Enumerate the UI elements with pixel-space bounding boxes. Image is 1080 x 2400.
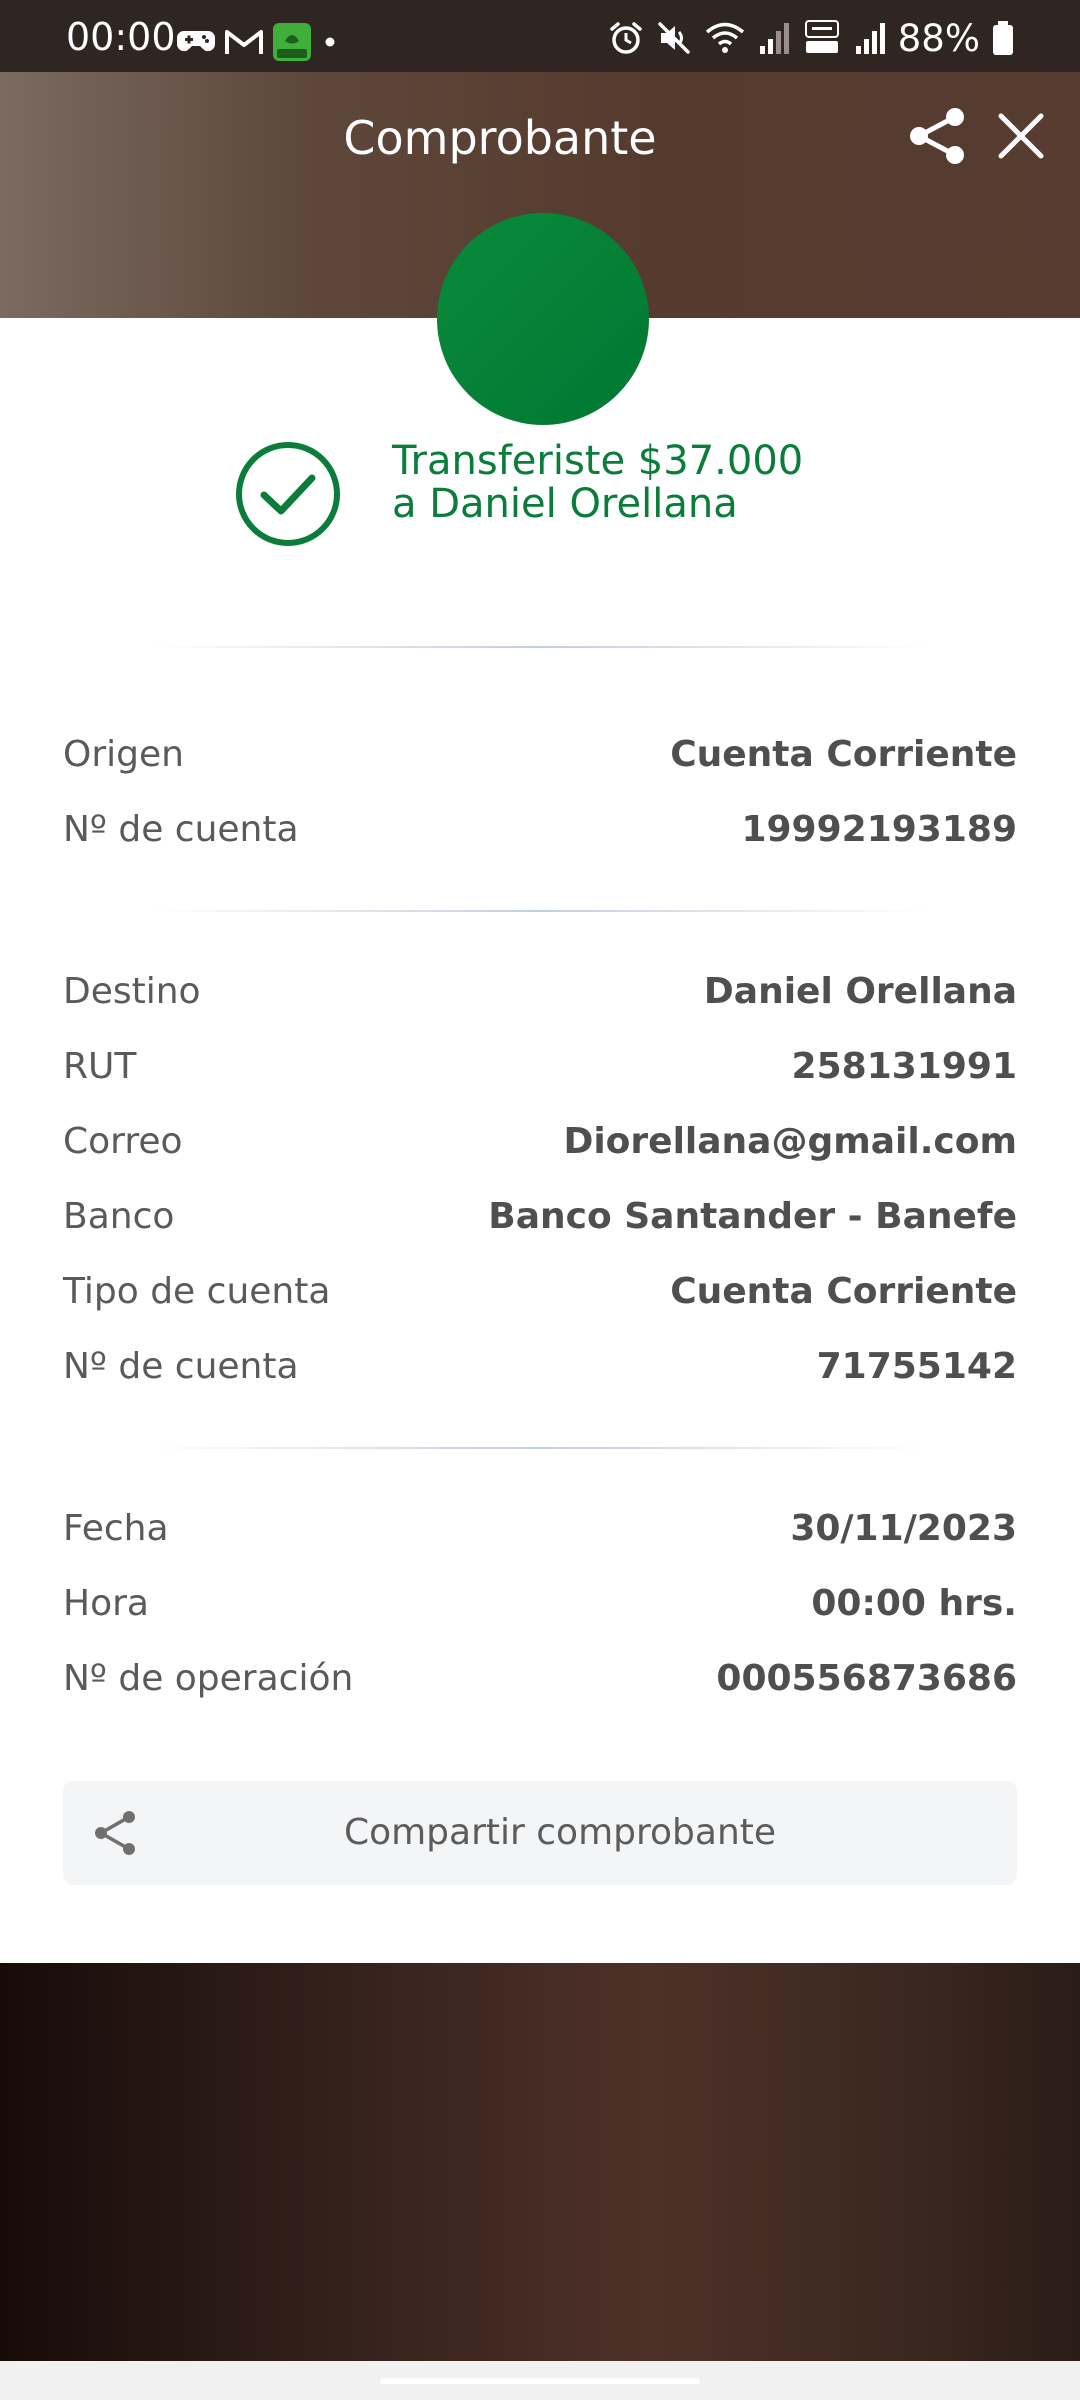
transfer-recipient-line: a Daniel Orellana (392, 481, 738, 527)
game-controller-icon (176, 31, 216, 52)
detail-label: Correo (63, 1120, 183, 1162)
signal-icon (759, 23, 789, 54)
detail-row-origen: Origen Cuenta Corriente (63, 727, 1017, 781)
detail-value: Daniel Orellana (703, 970, 1017, 1012)
alarm-icon (610, 22, 642, 54)
mute-icon (658, 22, 690, 54)
bottom-background (0, 1963, 1080, 2361)
detail-row-origin-account: Nº de cuenta 19992193189 (63, 802, 1017, 856)
detail-label: Banco (63, 1195, 175, 1237)
dot-icon (325, 37, 335, 47)
volte-lte-icon (804, 20, 839, 53)
page-title: Comprobante (343, 111, 657, 165)
detail-label: Nº de cuenta (63, 1345, 299, 1387)
transfer-summary: Transferiste $37.000 a Daniel Orellana (392, 440, 912, 526)
close-icon[interactable] (995, 110, 1047, 162)
detail-row-hora: Hora 00:00 hrs. (63, 1576, 1017, 1630)
divider (150, 646, 930, 648)
home-gesture-handle[interactable] (380, 2378, 700, 2384)
cmr-app-icon (273, 23, 311, 61)
detail-label: Nº de operación (63, 1657, 354, 1699)
system-icons: 88% (608, 18, 1014, 58)
detail-value: 71755142 (816, 1345, 1017, 1387)
detail-row-rut: RUT 258131991 (63, 1039, 1017, 1093)
detail-value: 00:00 hrs. (811, 1582, 1017, 1624)
share-receipt-button[interactable]: Compartir comprobante (63, 1781, 1017, 1885)
share-receipt-label: Compartir comprobante (343, 1812, 777, 1853)
detail-label: RUT (63, 1045, 137, 1087)
detail-label: Hora (63, 1582, 149, 1624)
transfer-amount-line: Transferiste $37.000 (392, 438, 804, 484)
detail-value: Cuenta Corriente (670, 1270, 1017, 1312)
battery-icon (993, 21, 1013, 55)
gmail-icon (225, 30, 263, 54)
detail-value: Cuenta Corriente (670, 733, 1017, 775)
detail-row-correo: Correo Diorellana@gmail.com (63, 1114, 1017, 1168)
detail-row-fecha: Fecha 30/11/2023 (63, 1501, 1017, 1555)
battery-level: 88% (897, 16, 980, 60)
detail-label: Origen (63, 733, 184, 775)
divider (150, 910, 930, 912)
detail-label: Destino (63, 970, 201, 1012)
check-circle-icon (236, 442, 340, 546)
detail-label: Tipo de cuenta (63, 1270, 331, 1312)
detail-value: 30/11/2023 (790, 1507, 1017, 1549)
detail-row-tipo-cuenta: Tipo de cuenta Cuenta Corriente (63, 1264, 1017, 1318)
divider (150, 1447, 930, 1449)
detail-row-banco: Banco Banco Santander - Banefe (63, 1189, 1017, 1243)
detail-value: 000556873686 (716, 1657, 1017, 1699)
detail-value: Diorellana@gmail.com (563, 1120, 1017, 1162)
signal-icon-2 (855, 23, 885, 54)
detail-value: 19992193189 (741, 808, 1017, 850)
status-circle (437, 213, 649, 425)
detail-label: Fecha (63, 1507, 169, 1549)
detail-label: Nº de cuenta (63, 808, 299, 850)
detail-row-operacion: Nº de operación 000556873686 (63, 1651, 1017, 1705)
detail-row-destino: Destino Daniel Orellana (63, 964, 1017, 1018)
detail-value: 258131991 (791, 1045, 1017, 1087)
wifi-icon (705, 22, 744, 53)
notification-icons (176, 22, 340, 62)
status-time: 00:00 (66, 15, 176, 59)
screen: 00:00 88% Comprobante Transferiste $37.0… (0, 0, 1080, 2400)
share-icon[interactable] (905, 104, 969, 168)
status-bar: 00:00 88% (0, 0, 1080, 72)
detail-row-destination-account: Nº de cuenta 71755142 (63, 1339, 1017, 1393)
detail-value: Banco Santander - Banefe (488, 1195, 1017, 1237)
